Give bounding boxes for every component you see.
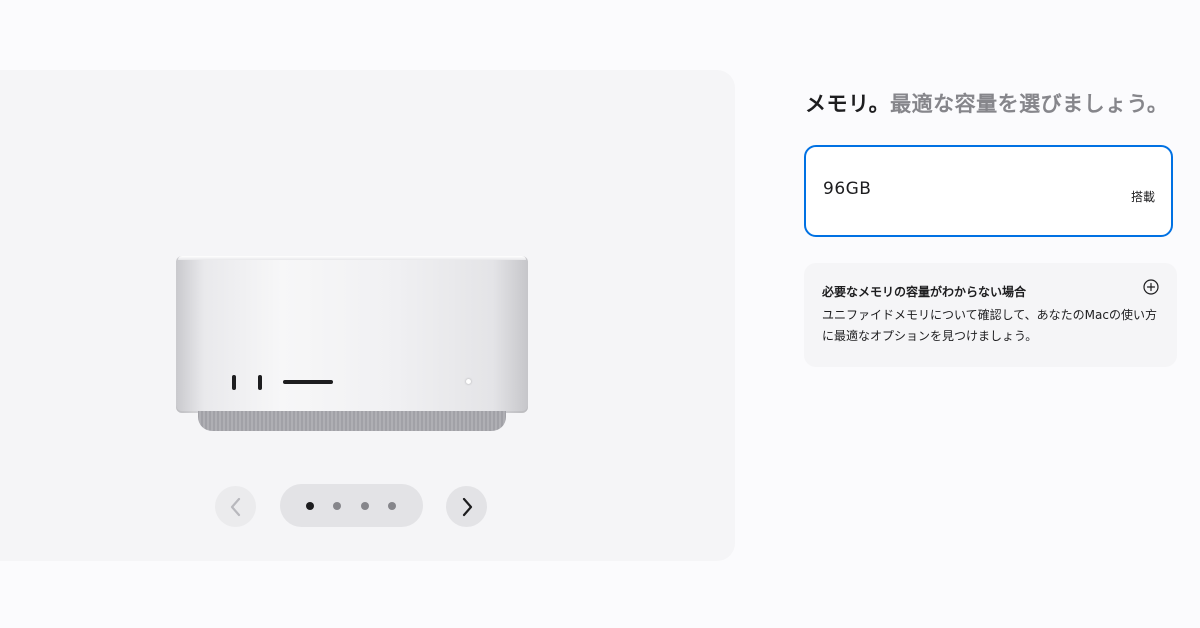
sd-card-slot bbox=[283, 380, 333, 384]
section-heading: メモリ。最適な容量を選びましょう。 bbox=[805, 86, 1168, 122]
gallery-prev-button[interactable] bbox=[215, 486, 256, 527]
gallery-next-button[interactable] bbox=[446, 486, 487, 527]
pagination-dot[interactable] bbox=[333, 502, 341, 510]
chevron-left-icon bbox=[230, 497, 240, 516]
pagination-dot[interactable] bbox=[388, 502, 396, 510]
usb-c-port bbox=[232, 375, 236, 390]
help-title: 必要なメモリの容量がわからない場合 bbox=[822, 285, 1027, 299]
gallery-pagination bbox=[280, 484, 423, 527]
memory-help-card[interactable]: 必要なメモリの容量がわからない場合 ユニファイドメモリについて確認して、あなたの… bbox=[804, 263, 1177, 367]
memory-option-value: 96GB bbox=[823, 179, 872, 199]
mac-studio-image bbox=[176, 256, 528, 432]
mac-studio-top-edge bbox=[178, 256, 526, 260]
pagination-dot[interactable] bbox=[361, 502, 369, 510]
mac-studio-body bbox=[176, 256, 528, 413]
plus-circle-icon[interactable] bbox=[1143, 279, 1159, 295]
heading-muted: 最適な容量を選びましょう。 bbox=[890, 92, 1169, 116]
pagination-dot[interactable] bbox=[306, 502, 314, 510]
power-indicator-light bbox=[466, 379, 471, 384]
memory-option-status: 搭載 bbox=[1130, 190, 1155, 204]
mac-studio-base-vent bbox=[198, 411, 506, 431]
memory-option-96gb[interactable]: 96GB 搭載 bbox=[804, 145, 1173, 237]
chevron-right-icon bbox=[462, 497, 472, 516]
heading-strong: メモリ。 bbox=[805, 92, 891, 116]
help-body: ユニファイドメモリについて確認して、あなたのMacの使い方に最適なオプションを見… bbox=[822, 308, 1157, 343]
usb-c-port bbox=[258, 375, 262, 390]
